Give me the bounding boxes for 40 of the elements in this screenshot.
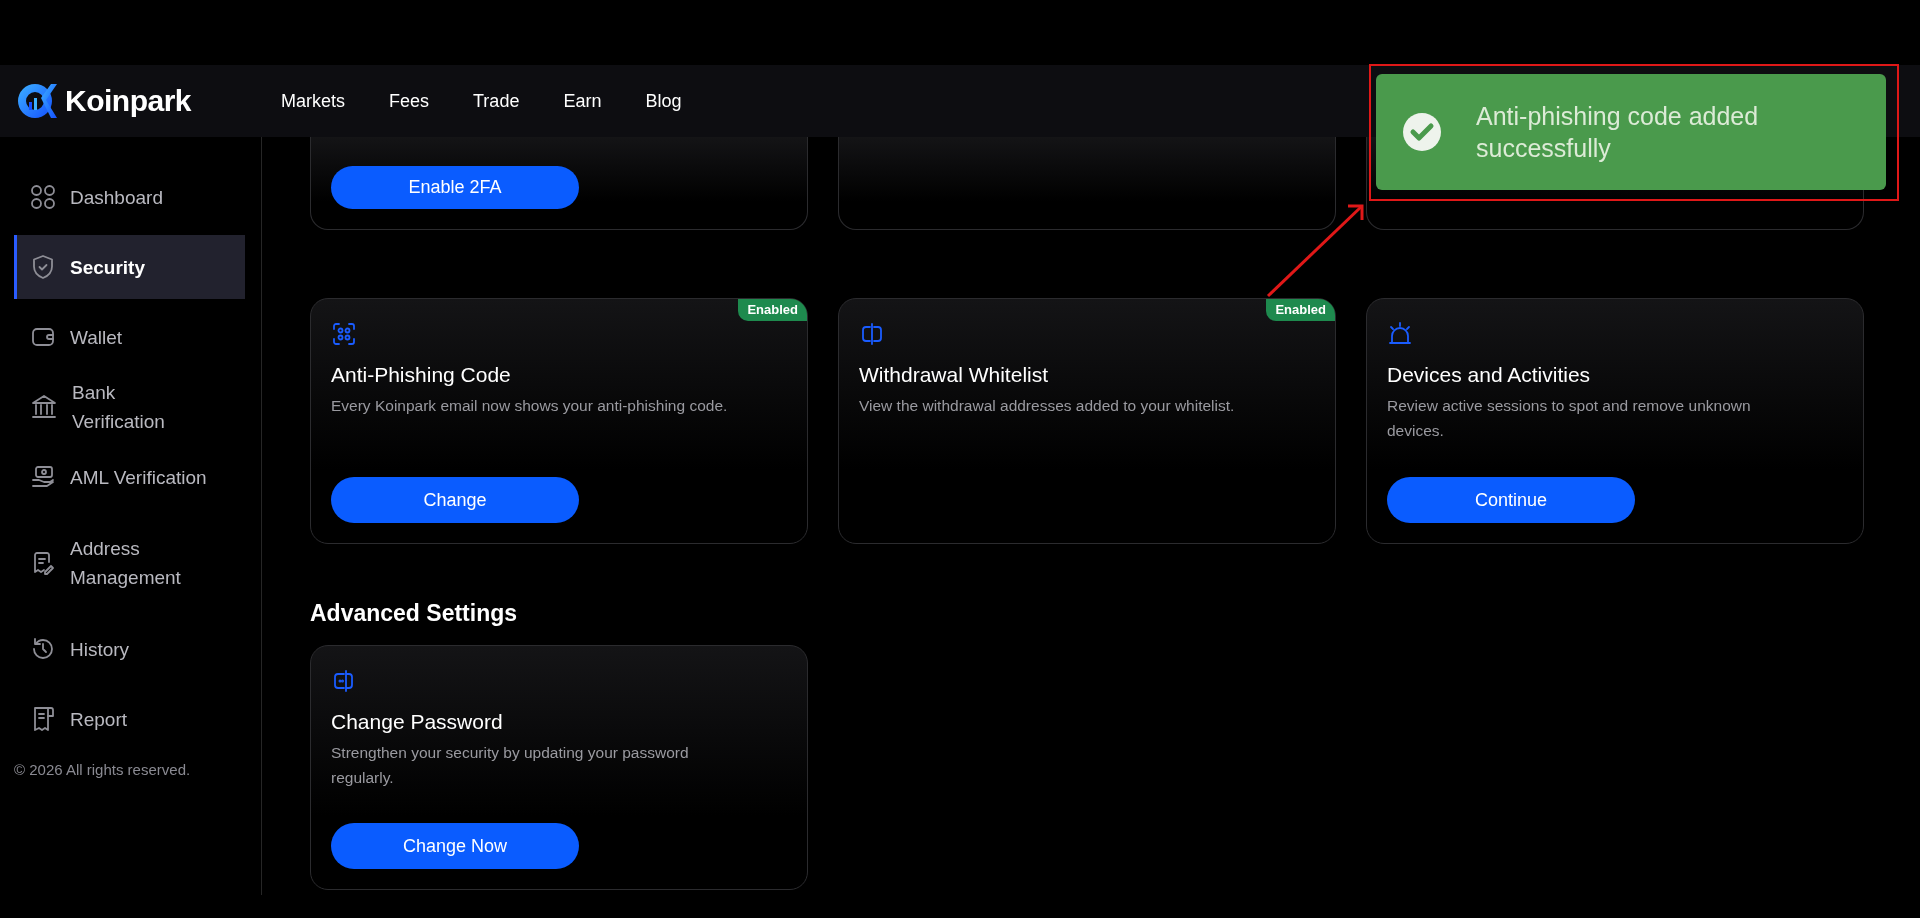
nav-link[interactable]: Fees bbox=[389, 90, 430, 112]
copyright-text: © 2026 All rights reserved. bbox=[14, 761, 192, 778]
alarm-light-icon bbox=[1387, 321, 1413, 347]
card-description: View the withdrawal addresses added to your whitelist. bbox=[859, 396, 1236, 416]
nav-link[interactable]: Trade bbox=[473, 90, 520, 112]
cash-hand-icon bbox=[30, 464, 56, 490]
sidebar-item[interactable]: Security bbox=[14, 235, 245, 299]
sidebar-item[interactable]: Address Management bbox=[14, 515, 245, 611]
card-title: Devices and Activities bbox=[1387, 363, 1592, 387]
scan-icon bbox=[331, 321, 357, 347]
nav-link[interactable]: Earn bbox=[563, 90, 602, 112]
bank-icon bbox=[30, 393, 58, 421]
toast-message: Anti-phishing code added successfully bbox=[1476, 101, 1760, 164]
sidebar-item[interactable]: Dashboard bbox=[14, 165, 245, 229]
card-title: Withdrawal Whitelist bbox=[859, 363, 1050, 387]
sidebar-item[interactable]: Report bbox=[14, 687, 245, 751]
grid-icon bbox=[30, 184, 56, 210]
action-button[interactable]: Change bbox=[331, 477, 579, 523]
section-heading: Advanced Settings bbox=[310, 600, 519, 627]
nav-link[interactable]: Markets bbox=[281, 90, 345, 112]
action-button[interactable]: Enable 2FA bbox=[331, 166, 579, 209]
status-badge: Enabled bbox=[1266, 299, 1335, 321]
card-title: Anti-Phishing Code bbox=[331, 363, 512, 387]
action-button[interactable]: Continue bbox=[1387, 477, 1635, 523]
action-button[interactable]: Change Now bbox=[331, 823, 579, 869]
check-circle-icon bbox=[1402, 112, 1442, 152]
history-icon bbox=[30, 636, 56, 662]
sidebar-item[interactable]: AML Verification bbox=[14, 445, 245, 509]
card-description: Review active sessions to spot and remove unknown devices. bbox=[1387, 396, 1752, 441]
nav-link[interactable]: Blog bbox=[645, 90, 682, 112]
brand-name: Koinpark bbox=[65, 84, 192, 118]
sidebar-item[interactable]: Bank Verification bbox=[14, 375, 245, 439]
split-card-icon bbox=[859, 321, 885, 347]
card-title: Change Password bbox=[331, 710, 504, 734]
card-description: Every Koinpark email now shows your anti-phishing code. bbox=[331, 396, 729, 416]
shield-icon bbox=[30, 254, 56, 280]
card-description: Strengthen your security by updating your password regularly. bbox=[331, 743, 690, 788]
sidebar-item[interactable]: History bbox=[14, 617, 245, 681]
sidebar-item[interactable]: Wallet bbox=[14, 305, 245, 369]
status-badge: Enabled bbox=[738, 299, 807, 321]
